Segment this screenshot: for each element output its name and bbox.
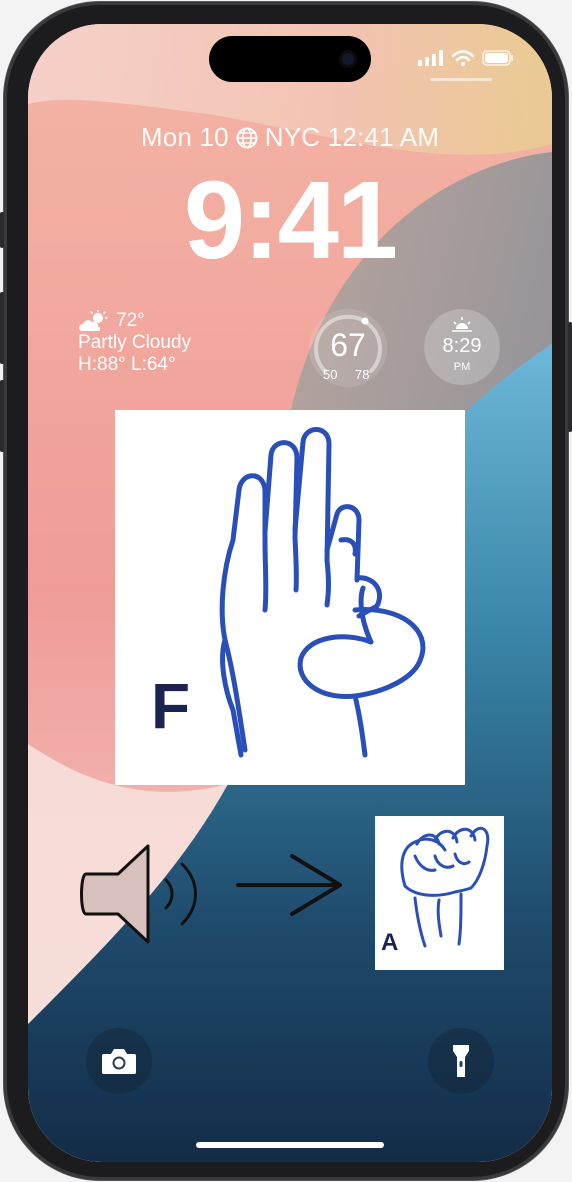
date-text: Mon 10 (140, 122, 229, 152)
sunset-period: PM (453, 361, 471, 373)
action-button (0, 212, 4, 248)
world-clock-text: NYC 12:41 AM (264, 122, 440, 152)
weather-condition: Partly Cloudy (78, 332, 191, 353)
arrow-right-icon (236, 854, 342, 916)
asl-sign-f-card: F (115, 410, 465, 785)
lock-time: 9:41 (183, 159, 398, 282)
volume-up-button (0, 292, 4, 364)
camera-button[interactable] (86, 1028, 152, 1094)
front-camera-icon (339, 50, 357, 68)
date-line: Mon 10 NYC 12:41 AM (28, 122, 552, 153)
asl-a-hand-icon: A (381, 826, 490, 956)
asl-f-hand-icon: F (151, 427, 426, 758)
weather-widget[interactable]: 72° Partly Cloudy H:88° L:64° (78, 310, 191, 376)
home-indicator[interactable] (196, 1142, 384, 1148)
cellular-signal-icon (418, 50, 443, 66)
status-underline (430, 78, 492, 81)
sunset-icon (452, 317, 472, 332)
partly-cloudy-icon (79, 310, 108, 331)
volume-down-button (0, 380, 4, 452)
camera-icon (102, 1049, 136, 1074)
battery-icon (482, 50, 513, 66)
asl-small-letter: A (381, 929, 398, 956)
gauge-high: 78 (355, 367, 370, 382)
lock-screen: Mon 10 NYC 12:41 AM 9:41 72° Partly Clou… (28, 24, 552, 1162)
phone-frame: Mon 10 NYC 12:41 AM 9:41 72° Partly Clou… (0, 2, 572, 1180)
sunset-time: 8:29 (442, 335, 482, 357)
temperature-gauge-widget[interactable]: 67 50 78 (309, 309, 387, 387)
wifi-icon (452, 50, 474, 66)
gauge-low: 50 (323, 367, 338, 382)
weather-temp: 72° (116, 310, 145, 331)
power-button (568, 322, 572, 432)
gauge-current: 67 (330, 327, 366, 363)
status-bar (418, 50, 514, 66)
dynamic-island (209, 36, 371, 82)
speaker-icon[interactable] (78, 834, 208, 954)
flashlight-button[interactable] (428, 1028, 494, 1094)
weather-high-low: H:88° L:64° (78, 354, 176, 375)
asl-sign-a-card: A (375, 816, 504, 970)
sunset-widget[interactable]: 8:29 PM (424, 309, 500, 385)
flashlight-icon (453, 1045, 469, 1077)
asl-large-letter: F (151, 670, 190, 742)
globe-icon (236, 127, 258, 148)
